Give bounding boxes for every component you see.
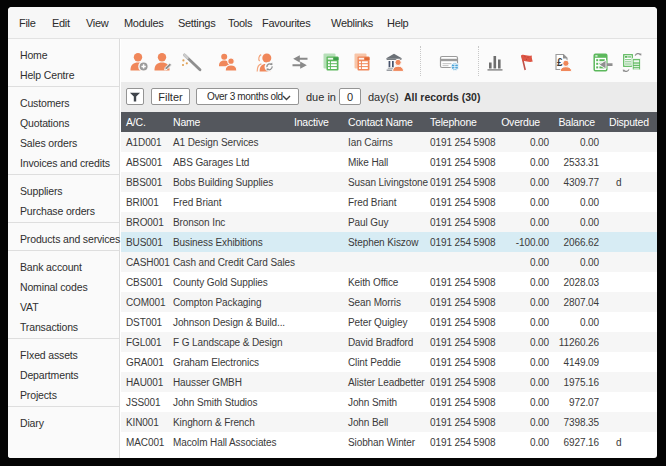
svg-text:£: £ <box>557 57 563 68</box>
